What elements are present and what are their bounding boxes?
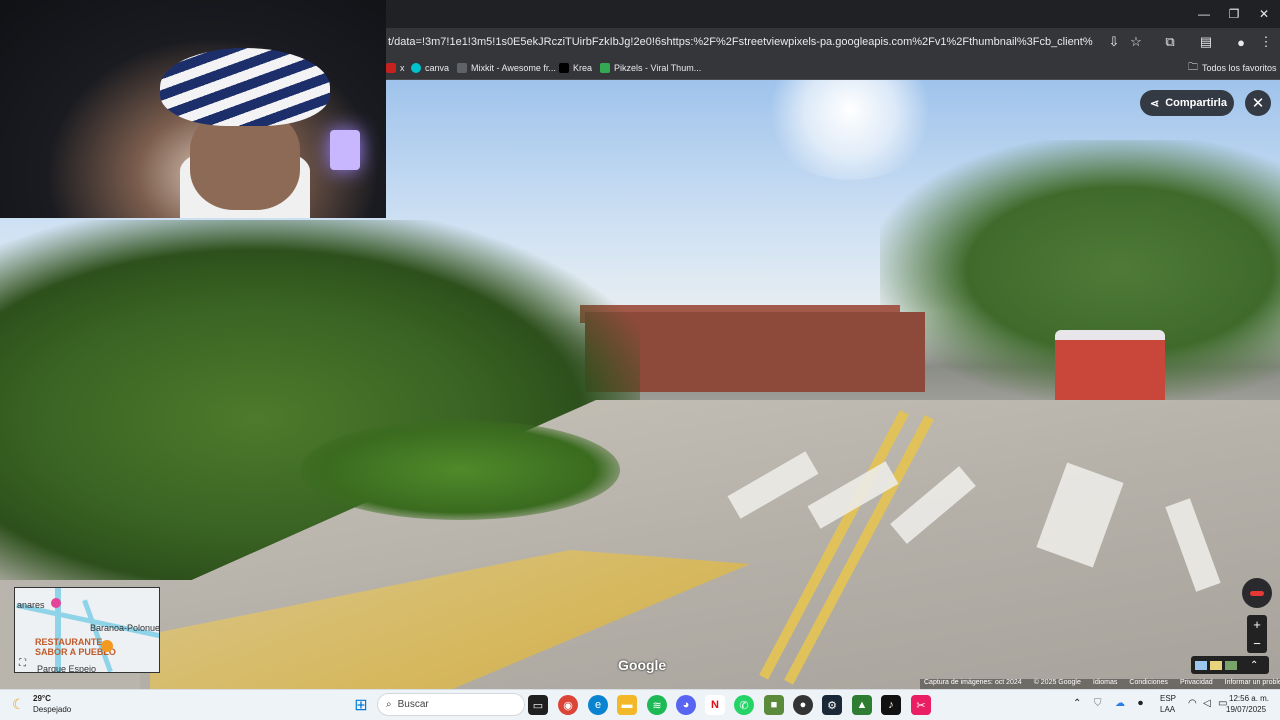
zoom-out-button[interactable]: −: [1247, 634, 1267, 653]
zoom-in-button[interactable]: +: [1247, 615, 1267, 634]
krea-icon: [559, 63, 569, 73]
map-road: [82, 599, 113, 672]
share-button[interactable]: ⋖ Compartirla: [1140, 90, 1234, 116]
bookmark-x[interactable]: x: [386, 60, 405, 76]
expand-map-icon[interactable]: ⛶: [19, 658, 26, 669]
layer-thumbnail[interactable]: [1210, 660, 1222, 670]
minecraft-icon[interactable]: ■: [764, 695, 784, 715]
cloud-icon[interactable]: ☁: [1115, 698, 1125, 709]
compass-needle: [1250, 590, 1264, 596]
snipping-tool-icon[interactable]: ✂: [911, 695, 931, 715]
edge-icon[interactable]: e: [588, 695, 608, 715]
bookmark-krea[interactable]: Krea: [559, 60, 592, 76]
file-explorer-icon[interactable]: ▬: [617, 695, 637, 715]
map-label: RESTAURANTE: [35, 637, 103, 647]
clock-date[interactable]: 19/07/2025: [1226, 705, 1266, 714]
menu-kebab-icon[interactable]: ⋮: [1256, 32, 1276, 52]
share-icon: ⋖: [1150, 97, 1160, 110]
layer-thumbnail[interactable]: [1225, 660, 1237, 670]
close-window-icon[interactable]: ✕: [1248, 0, 1280, 28]
vpn-icon[interactable]: ⛉: [1094, 698, 1102, 709]
google-logo: Google: [618, 657, 667, 673]
profile-avatar[interactable]: ●: [1231, 32, 1251, 52]
maps-app-icon[interactable]: ▲: [852, 695, 872, 715]
discord-icon[interactable]: ◕: [676, 695, 696, 715]
minimize-icon[interactable]: —: [1188, 0, 1220, 28]
map-label: Baranoa-Polonuevo: [90, 623, 160, 633]
language-indicator[interactable]: ESP: [1160, 694, 1176, 703]
tiktok-icon[interactable]: ♪: [881, 695, 901, 715]
weather-desc[interactable]: Despejado: [33, 705, 71, 714]
mixkit-icon: [457, 63, 467, 73]
install-app-icon[interactable]: ⇩: [1104, 32, 1124, 52]
whatsapp-icon[interactable]: ✆: [734, 695, 754, 715]
bus: [1055, 330, 1165, 408]
task-view-icon[interactable]: ▭: [528, 695, 548, 715]
side-panel-icon[interactable]: ▤: [1196, 32, 1216, 52]
layer-thumbnail[interactable]: [1195, 660, 1207, 670]
steam-icon[interactable]: ⚙: [822, 695, 842, 715]
bookmark-star-icon[interactable]: ☆: [1126, 32, 1146, 52]
attribution-bar: Captura de imágenes: oct 2024 © 2025 Goo…: [920, 679, 1280, 689]
microphone-icon[interactable]: ⏺: [1138, 698, 1143, 709]
restaurant-pin-icon: [101, 640, 113, 652]
chrome-icon[interactable]: ◉: [558, 695, 578, 715]
language-region[interactable]: LAA: [1160, 705, 1175, 714]
windows-start-icon[interactable]: ⊞: [351, 695, 371, 715]
webcam-overlay: [0, 0, 386, 218]
extensions-icon[interactable]: ⧉: [1160, 32, 1180, 52]
taskbar: [0, 689, 1280, 720]
netflix-icon[interactable]: N: [705, 695, 725, 715]
folder-icon: 🗀: [1188, 61, 1198, 73]
wifi-icon[interactable]: ◠: [1188, 698, 1197, 709]
spotify-icon[interactable]: ≋: [647, 695, 667, 715]
striped-hat: [160, 48, 330, 126]
map-label: anares: [17, 600, 45, 610]
map-label: Parque Espejo: [37, 664, 97, 673]
chevron-up-icon[interactable]: ⌃: [1073, 698, 1081, 709]
imagery-layers[interactable]: ⌃: [1191, 656, 1269, 674]
restore-icon[interactable]: ❐: [1218, 0, 1250, 28]
close-streetview-button[interactable]: ✕: [1245, 90, 1271, 116]
compass-icon[interactable]: [1242, 578, 1272, 608]
weather-temp[interactable]: 29°C: [33, 694, 51, 703]
obs-icon[interactable]: ●: [793, 695, 813, 715]
map-pin-icon: [51, 598, 61, 608]
canva-icon: [411, 63, 421, 73]
bookmark-canva[interactable]: canva: [411, 60, 449, 76]
pikzels-icon: [600, 63, 610, 73]
search-icon: ⌕: [386, 699, 392, 710]
chevron-up-icon[interactable]: ⌃: [1250, 660, 1258, 671]
bookmark-mixkit[interactable]: Mixkit - Awesome fr...: [457, 60, 556, 76]
lamp: [330, 130, 360, 170]
weather-icon[interactable]: ☾: [12, 696, 25, 713]
url-field[interactable]: t/data=!3m7!1e1!3m5!1s0E5ekJRcziTUirbFzk…: [388, 33, 1093, 51]
clock-time[interactable]: 12:56 a. m.: [1229, 694, 1269, 703]
taskbar-search[interactable]: ⌕ Buscar: [377, 693, 525, 716]
bookmark-pikzels[interactable]: Pikzels - Viral Thum...: [600, 60, 701, 76]
speaker-icon[interactable]: ◁: [1203, 698, 1211, 709]
bush: [300, 420, 620, 520]
bookmark-favicon: [386, 63, 396, 73]
all-bookmarks[interactable]: 🗀 Todos los favoritos: [1188, 60, 1277, 76]
zoom-control[interactable]: + −: [1247, 615, 1267, 653]
minimap[interactable]: anares Baranoa-Polonuevo RESTAURANTE SAB…: [14, 587, 160, 673]
